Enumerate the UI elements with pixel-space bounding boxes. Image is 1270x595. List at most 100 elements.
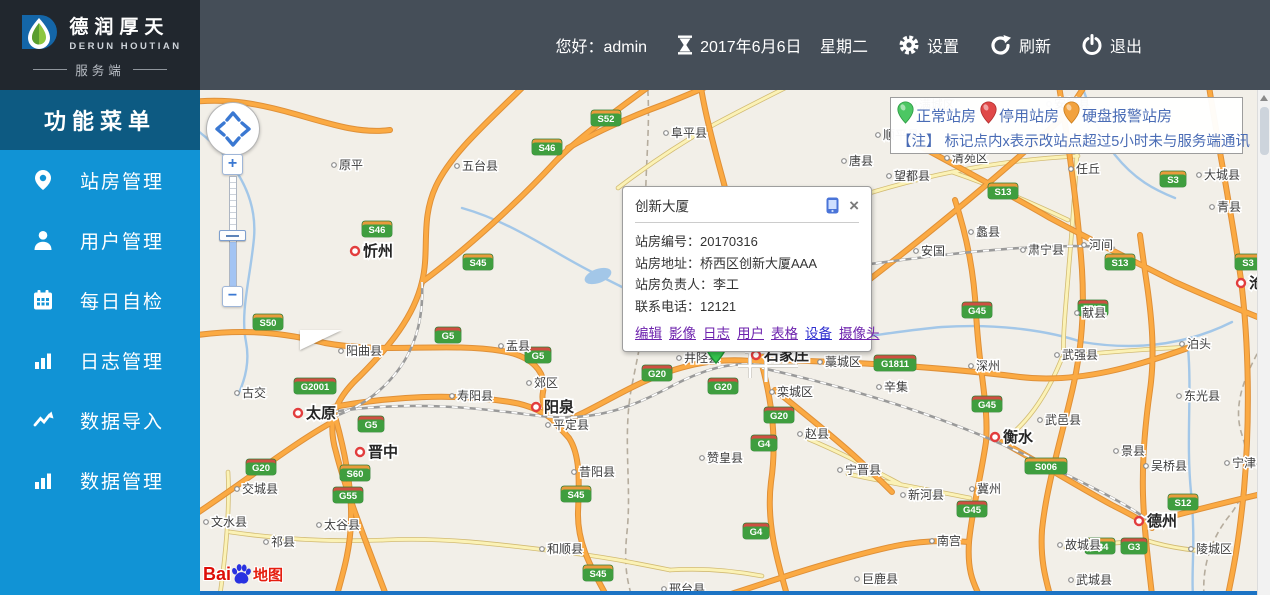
- refresh-button[interactable]: 刷新: [989, 33, 1051, 57]
- power-icon: [1082, 34, 1102, 56]
- logo-droplet-icon: [22, 15, 58, 49]
- map-info-popup: 创新大厦 × 站房编号：20170316 站房地址：桥西区创新大厦AAA 站房负责人…: [622, 186, 880, 352]
- map-label-county: 东光县: [1176, 388, 1222, 405]
- svg-text:G45: G45: [978, 400, 997, 411]
- legend-item-1: 停用站房: [980, 101, 1059, 129]
- map-label-county: 景县: [1113, 443, 1147, 460]
- map-scrollbar[interactable]: [1257, 90, 1270, 595]
- popup-field: 站房地址：桥西区创新大厦AAA: [635, 253, 859, 275]
- svg-text:G20: G20: [714, 382, 732, 393]
- chart-trend-icon: [32, 409, 54, 431]
- popup-link-影像[interactable]: 影像: [669, 322, 696, 342]
- map-legend: 正常站房 停用站房 硬盘报警站房 【注】 标记点内x表示改站点超过5小时未与服务端通…: [890, 97, 1250, 154]
- svg-text:青县: 青县: [1217, 200, 1241, 214]
- close-icon[interactable]: ×: [849, 197, 859, 214]
- baidu-logo[interactable]: Bai 地图: [203, 563, 283, 585]
- sidebar-item-label: 数据导入: [80, 411, 165, 433]
- road-shield: G4: [750, 434, 778, 452]
- scrollbar-up-icon[interactable]: [1260, 95, 1268, 101]
- svg-text:祁县: 祁县: [271, 534, 295, 549]
- logo-title-en: DERUN HOUTIAN: [69, 41, 182, 52]
- svg-text:S13: S13: [1112, 258, 1129, 269]
- map-label-county: 平定县: [545, 416, 591, 434]
- svg-text:德州: 德州: [1147, 512, 1177, 530]
- sidebar-item-1[interactable]: 用户管理: [0, 210, 200, 270]
- svg-text:G5: G5: [365, 420, 378, 431]
- svg-text:陵城区: 陵城区: [1196, 542, 1232, 556]
- road-shield: G55: [332, 486, 364, 504]
- map-pan-control[interactable]: [206, 102, 260, 156]
- map-label-city: 忻州: [349, 240, 395, 262]
- svg-text:盂县: 盂县: [506, 339, 530, 353]
- svg-text:G5: G5: [532, 351, 545, 362]
- phone-icon[interactable]: [826, 197, 839, 214]
- svg-text:S46: S46: [369, 225, 386, 236]
- app-logo: 德润厚天 DERUN HOUTIAN 服务端: [0, 0, 200, 90]
- popup-link-编辑[interactable]: 编辑: [635, 322, 662, 342]
- gear-icon: [899, 35, 919, 55]
- road-shield: G3: [1120, 537, 1148, 555]
- chart-bars-icon: [32, 349, 54, 371]
- sidebar-item-2[interactable]: 每日自检: [0, 270, 200, 330]
- popup-link-摄像头[interactable]: 摄像头: [839, 322, 880, 342]
- calendar-icon: [32, 289, 54, 311]
- legend-item-0: 正常站房: [897, 101, 976, 129]
- map-label-county: 和顺县: [539, 541, 585, 558]
- popup-link-用户[interactable]: 用户: [737, 322, 764, 342]
- pan-left-icon[interactable]: [215, 121, 226, 137]
- svg-text:G3: G3: [1128, 542, 1141, 553]
- sidebar-item-4[interactable]: 数据导入: [0, 390, 200, 450]
- map-label-county: 藁城区: [817, 354, 863, 371]
- map-label-county: 肃宁县: [1020, 241, 1066, 259]
- map-label-county: 新河县: [900, 486, 946, 504]
- zoom-slider-handle[interactable]: [219, 230, 246, 241]
- sidebar: 功能菜单 站房管理 用户管理 每日自检 日志管理数据导入数据管理: [0, 90, 200, 595]
- road-shield: G45: [961, 301, 993, 319]
- road-shield: G20: [245, 458, 277, 476]
- road-shield: S60: [339, 464, 371, 482]
- popup-link-设备[interactable]: 设备: [805, 322, 832, 342]
- map-label-county: 蠡县: [968, 223, 1002, 241]
- zoom-in-button[interactable]: +: [222, 154, 243, 175]
- map-label-county: 唐县: [841, 152, 875, 170]
- pan-right-icon[interactable]: [240, 121, 251, 137]
- zoom-out-button[interactable]: −: [222, 286, 243, 307]
- legend-item-2: 硬盘报警站房: [1063, 101, 1172, 129]
- sidebar-title: 功能菜单: [0, 90, 200, 150]
- logout-button[interactable]: 退出: [1081, 33, 1142, 57]
- svg-text:河间: 河间: [1089, 238, 1113, 252]
- sidebar-item-0[interactable]: 站房管理: [0, 150, 200, 210]
- map-label-county: 五台县: [454, 157, 500, 175]
- road-shield: S46: [361, 220, 393, 238]
- road-shield: S3: [1159, 170, 1187, 188]
- scrollbar-thumb[interactable]: [1259, 107, 1269, 155]
- popup-field: 站房编号：20170316: [635, 231, 859, 253]
- svg-text:宁晋县: 宁晋县: [845, 462, 881, 477]
- settings-button[interactable]: 设置: [898, 33, 959, 57]
- svg-text:和顺县: 和顺县: [547, 542, 583, 556]
- popup-fields: 站房编号：20170316 站房地址：桥西区创新大厦AAA 站房负责人：李工 联系电话…: [635, 223, 859, 317]
- sidebar-menu: 站房管理 用户管理 每日自检 日志管理数据导入数据管理: [0, 150, 200, 510]
- sidebar-item-3[interactable]: 日志管理: [0, 330, 200, 390]
- popup-link-表格[interactable]: 表格: [771, 322, 798, 342]
- sidebar-item-5[interactable]: 数据管理: [0, 450, 200, 510]
- road-shield: G5: [434, 326, 462, 344]
- svg-text:吴桥县: 吴桥县: [1151, 459, 1187, 473]
- road-shield: G2001: [293, 377, 337, 395]
- road-shield: S13: [987, 182, 1019, 200]
- popup-link-日志[interactable]: 日志: [703, 322, 730, 342]
- svg-text:太原: 太原: [306, 404, 336, 422]
- svg-text:武城县: 武城县: [1076, 573, 1112, 587]
- baidu-paw-icon: [232, 564, 251, 584]
- svg-text:辛集: 辛集: [884, 379, 908, 394]
- pan-down-icon[interactable]: [225, 136, 241, 147]
- svg-text:深州: 深州: [976, 359, 1000, 373]
- map-label-county: 郊区: [526, 375, 560, 392]
- svg-text:安国: 安国: [921, 243, 945, 258]
- svg-text:G55: G55: [339, 491, 358, 502]
- svg-text:S52: S52: [598, 114, 615, 125]
- road-shield: G20: [707, 377, 739, 395]
- svg-text:阳曲县: 阳曲县: [346, 344, 382, 358]
- pan-up-icon[interactable]: [225, 111, 241, 122]
- svg-text:G20: G20: [648, 369, 666, 380]
